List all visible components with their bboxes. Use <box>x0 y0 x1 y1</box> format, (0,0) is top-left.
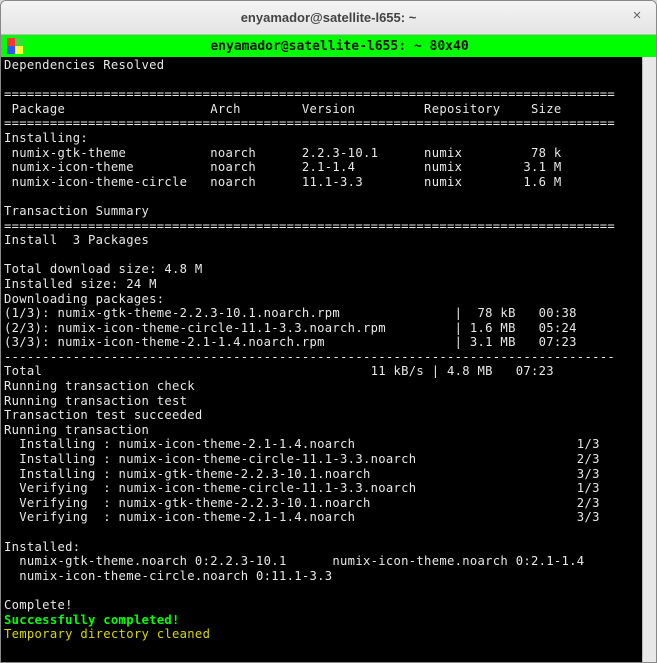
line: ========================================… <box>4 219 615 233</box>
line: Installed: <box>4 540 80 554</box>
line: ========================================… <box>4 116 615 130</box>
line: Installing : numix-gtk-theme-2.2.3-10.1.… <box>4 467 600 481</box>
line: ========================================… <box>4 87 615 101</box>
line: Transaction test succeeded <box>4 408 203 422</box>
line: Verifying : numix-icon-theme-2.1-1.4.noa… <box>4 510 600 524</box>
line: numix-icon-theme-circle.noarch 0:11.1-3.… <box>4 569 332 583</box>
scrollbar[interactable] <box>642 57 656 662</box>
line: numix-gtk-theme noarch 2.2.3-10.1 numix … <box>4 146 562 160</box>
line: (3/3): numix-icon-theme-2.1-1.4.noarch.r… <box>4 335 577 349</box>
line: (2/3): numix-icon-theme-circle-11.1-3.3.… <box>4 321 577 335</box>
tab-title: enyamador@satellite-l655: ~ 80x40 <box>23 39 656 54</box>
line: Total 11 kB/s | 4.8 MB 07:23 <box>4 364 554 378</box>
line: Running transaction test <box>4 394 187 408</box>
line: Installing: <box>4 131 88 145</box>
line: Installing : numix-icon-theme-2.1-1.4.no… <box>4 437 600 451</box>
line: Verifying : numix-gtk-theme-2.2.3-10.1.n… <box>4 496 600 510</box>
line: numix-icon-theme-circle noarch 11.1-3.3 … <box>4 175 562 189</box>
line: Total download size: 4.8 M <box>4 262 203 276</box>
line: numix-icon-theme noarch 2.1-1.4 numix 3.… <box>4 160 562 174</box>
line: Dependencies Resolved <box>4 58 164 72</box>
line: Transaction Summary <box>4 204 149 218</box>
line: Installing : numix-icon-theme-circle-11.… <box>4 452 600 466</box>
terminal-wrap: Dependencies Resolved ==================… <box>1 57 656 662</box>
terminal-output[interactable]: Dependencies Resolved ==================… <box>1 57 642 662</box>
line: Running transaction <box>4 423 149 437</box>
line: (1/3): numix-gtk-theme-2.2.3-10.1.noarch… <box>4 306 577 320</box>
success-line: Successfully completed! <box>4 613 180 627</box>
tmpdir-line: Temporary directory cleaned <box>4 627 210 641</box>
line: ----------------------------------------… <box>4 350 615 364</box>
titlebar[interactable]: enyamador@satellite-l655: ~ × <box>1 1 656 35</box>
window-title: enyamador@satellite-l655: ~ <box>241 10 417 25</box>
terminal-window: enyamador@satellite-l655: ~ × enyamador@… <box>0 0 657 663</box>
line: Verifying : numix-icon-theme-circle-11.1… <box>4 481 600 495</box>
line: Install 3 Packages <box>4 233 149 247</box>
line: Running transaction check <box>4 379 195 393</box>
close-icon[interactable]: × <box>628 8 646 26</box>
tab-bar: enyamador@satellite-l655: ~ 80x40 <box>1 35 656 57</box>
app-icon <box>7 38 23 54</box>
line: Complete! <box>4 598 73 612</box>
line: Downloading packages: <box>4 292 164 306</box>
line: Package Arch Version Repository Size <box>4 102 562 116</box>
line: numix-gtk-theme.noarch 0:2.2.3-10.1 numi… <box>4 554 584 568</box>
line: Installed size: 24 M <box>4 277 157 291</box>
